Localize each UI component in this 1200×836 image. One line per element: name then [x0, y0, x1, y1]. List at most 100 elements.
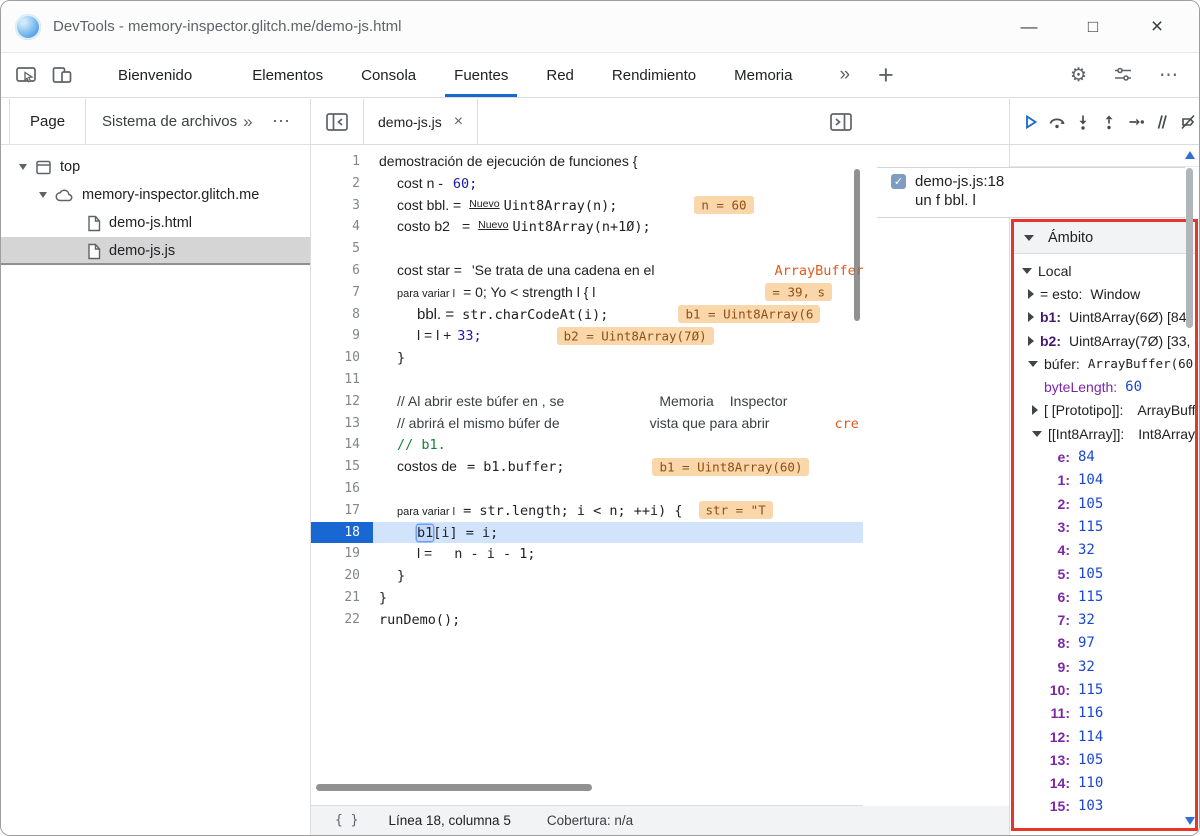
navigator-menu-icon[interactable]: ⋯: [272, 111, 290, 132]
scope-row[interactable]: b1:Uint8Array(6Ø) [84, 104,: [1014, 306, 1195, 329]
line-number[interactable]: 18: [311, 522, 373, 544]
scroll-up-icon[interactable]: [1185, 151, 1195, 159]
scroll-down-icon[interactable]: [1185, 817, 1195, 825]
scope-section-header[interactable]: Ámbito: [1014, 222, 1195, 254]
close-button[interactable]: ×: [1141, 15, 1173, 39]
line-number[interactable]: 10: [311, 347, 373, 369]
scope-row[interactable]: 7:32: [1014, 608, 1195, 631]
line-number[interactable]: 14: [311, 434, 373, 456]
expand-arrow-icon[interactable]: [1028, 312, 1034, 322]
line-number[interactable]: 2: [311, 173, 373, 195]
line-number[interactable]: 1: [311, 151, 373, 173]
editor-tab[interactable]: demo-js.js ×: [363, 99, 478, 144]
expand-arrow-icon[interactable]: [1028, 336, 1034, 346]
tree-item[interactable]: demo-js.js: [1, 237, 310, 265]
scope-row[interactable]: 8:97: [1014, 632, 1195, 655]
line-number[interactable]: 13: [311, 413, 373, 435]
maximize-button[interactable]: □: [1077, 17, 1109, 37]
more-tabs-icon[interactable]: »: [839, 64, 850, 86]
tab-red[interactable]: Red: [527, 53, 593, 97]
line-number[interactable]: 20: [311, 565, 373, 587]
editor-horizontal-scrollbar[interactable]: [316, 784, 592, 791]
line-number[interactable]: 12: [311, 391, 373, 413]
tab-fuentes[interactable]: Fuentes: [435, 53, 527, 97]
tree-item[interactable]: top: [1, 153, 310, 181]
step-over-icon[interactable]: [1046, 110, 1068, 133]
tab-elementos[interactable]: Elementos: [233, 53, 342, 97]
expand-arrow-icon[interactable]: [1028, 361, 1038, 367]
scope-row[interactable]: 5:105: [1014, 562, 1195, 585]
step-out-icon[interactable]: [1098, 110, 1120, 133]
more-menu-icon[interactable]: ⋯: [1159, 64, 1179, 87]
step-into-icon[interactable]: [1072, 110, 1094, 133]
scope-row[interactable]: 9:32: [1014, 655, 1195, 678]
close-tab-icon[interactable]: ×: [454, 113, 463, 131]
expand-arrow-icon[interactable]: [1022, 268, 1032, 274]
settings-gear-icon[interactable]: ⚙: [1070, 64, 1087, 87]
navigator-overflow-icon[interactable]: »: [243, 112, 252, 132]
expand-arrow-icon[interactable]: [1032, 431, 1042, 437]
step-icon[interactable]: [1125, 110, 1147, 133]
scope-row[interactable]: 11:116: [1014, 702, 1195, 725]
line-number[interactable]: 17: [311, 500, 373, 522]
tree-item[interactable]: memory-inspector.glitch.me: [1, 181, 310, 209]
scope-row[interactable]: 3:115: [1014, 515, 1195, 538]
scope-row[interactable]: = esto:Window: [1014, 282, 1195, 305]
inspect-element-icon[interactable]: [15, 64, 37, 86]
scope-row[interactable]: 4:32: [1014, 539, 1195, 562]
scrollbar-thumb[interactable]: [1186, 168, 1193, 328]
scope-row[interactable]: 6:115: [1014, 585, 1195, 608]
pretty-print-icon[interactable]: { }: [335, 813, 358, 828]
line-number[interactable]: 11: [311, 369, 373, 391]
scope-row[interactable]: 13:105: [1014, 748, 1195, 771]
scope-row[interactable]: [[Int8Array]]:Int8Array«: [1014, 422, 1195, 445]
tab-bienvenido[interactable]: Bienvenido: [99, 53, 211, 97]
expand-arrow-icon[interactable]: [19, 164, 27, 170]
scope-row[interactable]: e:84: [1014, 445, 1195, 468]
scope-row[interactable]: 1:104: [1014, 469, 1195, 492]
editor-vertical-scrollbar[interactable]: [854, 169, 860, 321]
scope-row[interactable]: [ [Prototipo]]:ArrayBuffer: [1014, 399, 1195, 422]
scope-row[interactable]: byteLength:60: [1014, 375, 1195, 398]
breakpoint-entry[interactable]: ✓ demo-js.js:18 un f bbl. l: [877, 167, 1185, 218]
hide-navigator-icon[interactable]: [325, 111, 349, 133]
tab-rendimiento[interactable]: Rendimiento: [593, 53, 715, 97]
scope-row[interactable]: 15:103: [1014, 795, 1195, 818]
expand-arrow-icon[interactable]: [1032, 405, 1038, 415]
line-number[interactable]: 16: [311, 478, 373, 500]
panel-scrollbar[interactable]: [1184, 146, 1196, 830]
minimize-button[interactable]: —: [1013, 17, 1045, 37]
breakpoint-checkbox[interactable]: ✓: [891, 174, 906, 189]
line-number[interactable]: 9: [311, 325, 373, 347]
resume-script-icon[interactable]: [1020, 110, 1042, 133]
pause-on-exceptions-icon[interactable]: [1177, 110, 1199, 133]
device-toolbar-icon[interactable]: [51, 64, 73, 86]
line-number[interactable]: 19: [311, 543, 373, 565]
tab-memoria[interactable]: Memoria: [715, 53, 811, 97]
expand-arrow-icon[interactable]: [39, 192, 47, 198]
line-number[interactable]: 6: [311, 260, 373, 282]
collapse-arrow-icon[interactable]: [1024, 235, 1034, 241]
line-number[interactable]: 22: [311, 609, 373, 631]
add-panel-icon[interactable]: +: [878, 60, 894, 91]
tree-item[interactable]: demo-js.html: [1, 209, 310, 237]
line-number[interactable]: 15: [311, 456, 373, 478]
customize-icon[interactable]: [1113, 65, 1133, 85]
tab-filesystem[interactable]: Sistema de archivos: [102, 113, 237, 130]
expand-arrow-icon[interactable]: [1028, 289, 1034, 299]
scope-row[interactable]: 14:110: [1014, 772, 1195, 795]
line-number[interactable]: 3: [311, 195, 373, 217]
deactivate-breakpoints-icon[interactable]: [1151, 110, 1173, 133]
scope-row[interactable]: 10:115: [1014, 678, 1195, 701]
line-number[interactable]: 21: [311, 587, 373, 609]
line-number[interactable]: 8: [311, 304, 373, 326]
line-number[interactable]: 4: [311, 216, 373, 238]
line-number[interactable]: 7: [311, 282, 373, 304]
scope-row[interactable]: 12:114: [1014, 725, 1195, 748]
show-debugger-panel-icon[interactable]: [829, 111, 853, 133]
scope-row[interactable]: búfer:ArrayBuffer(60): [1014, 352, 1195, 375]
scope-row[interactable]: b2:Uint8Array(7Ø) [33, 34,: [1014, 329, 1195, 352]
tab-consola[interactable]: Consola: [342, 53, 435, 97]
scope-row[interactable]: Local: [1014, 259, 1195, 282]
line-number[interactable]: 5: [311, 238, 373, 260]
